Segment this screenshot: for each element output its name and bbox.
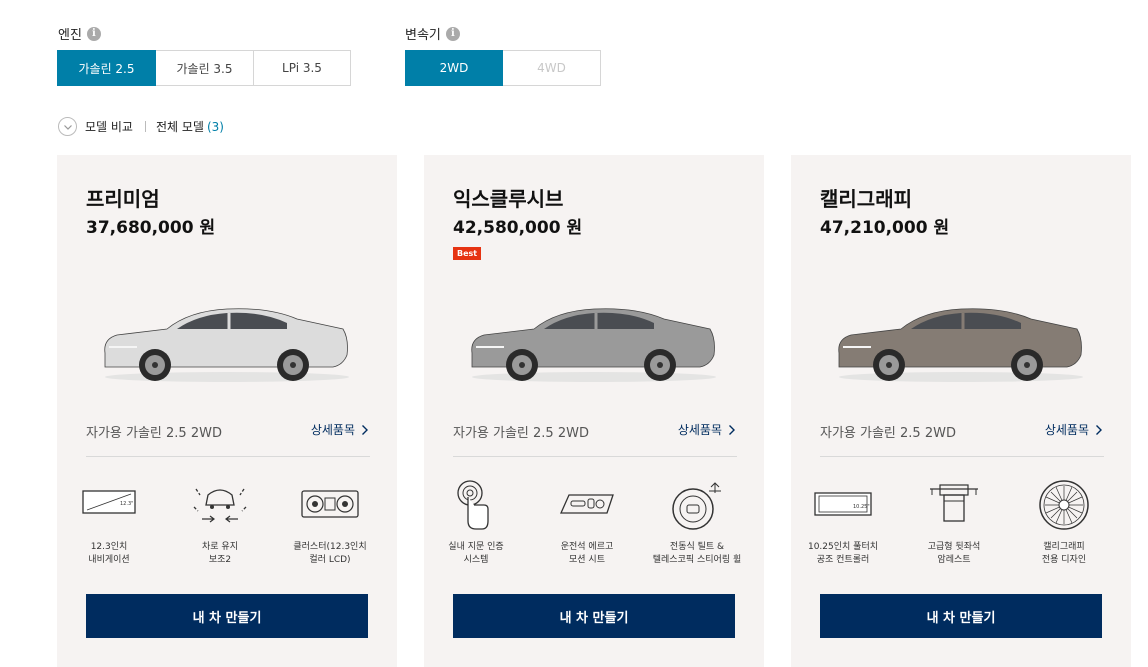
compare-toggle-button[interactable] (58, 117, 77, 136)
drive-option-2wd[interactable]: 2WD (405, 50, 503, 86)
drive-filter-label: 변속기 i (405, 24, 460, 43)
feature-item: 12.3" 12.3인치 내비게이션 (62, 477, 156, 567)
feature-label: 차로 유지 보조2 (202, 542, 238, 565)
engine-option-gasoline-3-5[interactable]: 가솔린 3.5 (156, 50, 254, 86)
car-image (838, 308, 1083, 382)
compare-label[interactable]: 모델 비교 (85, 118, 133, 135)
feature-label: 캘리그래피 전용 디자인 (1041, 542, 1087, 565)
engine-label-text: 엔진 (58, 28, 82, 43)
divider (453, 456, 737, 457)
engine-selector: 가솔린 2.5 가솔린 3.5 LPi 3.5 (57, 50, 351, 86)
detail-link[interactable]: 상세품목 (678, 421, 736, 438)
drive-selector: 2WD 4WD (405, 50, 601, 86)
svg-text:12.3": 12.3" (120, 501, 133, 507)
model-card-exclusive: 익스클루시브 42,580,000 원 Best 자가용 가솔린 2.5 2WD 상세품… (424, 155, 764, 667)
feature-item: 고급형 뒷좌석 암레스트 (907, 477, 1001, 567)
car-image (471, 308, 716, 382)
feature-item: 10.25" 10.25인치 풀터치 공조 컨트롤러 (796, 477, 890, 567)
info-icon[interactable]: i (86, 26, 101, 41)
lane-keeping-icon (193, 488, 247, 523)
feature-item: 실내 지문 인증 시스템 (429, 477, 523, 567)
touch-controller-icon: 10.25" (814, 492, 872, 516)
engine-filter-label: 엔진 i (58, 24, 101, 43)
feature-item: 전동식 틸트 & 텔레스코픽 스티어링 휠 (650, 477, 744, 567)
rear-armrest-icon (930, 484, 978, 522)
detail-link-label: 상세품목 (310, 423, 355, 437)
model-card-premium: 프리미엄 37,680,000 원자가용 가솔린 2.5 2WD 상세품목 12.3"… (57, 155, 397, 667)
detail-link[interactable]: 상세품목 (311, 421, 369, 438)
feature-label: 12.3인치 내비게이션 (88, 542, 130, 565)
fingerprint-touch-icon (457, 480, 489, 530)
calligraphy-wheel-icon (1039, 480, 1089, 530)
compare-row: 모델 비교 전체 모델 (3) (58, 117, 224, 136)
build-car-button[interactable]: 내 차 만들기 (820, 594, 1102, 638)
feature-label: 고급형 뒷좌석 암레스트 (927, 542, 981, 565)
chevron-down-icon (63, 124, 72, 130)
divider (820, 456, 1104, 457)
trim-label: 자가용 가솔린 2.5 2WD (820, 426, 956, 441)
steering-wheel-icon (672, 482, 721, 530)
model-price: 47,210,000 원 (820, 218, 950, 238)
chevron-right-icon (729, 424, 735, 435)
model-count: (3) (206, 119, 224, 134)
feature-label: 클러스터(12.3인치 컬러 LCD) (293, 542, 367, 565)
feature-item: 캘리그래피 전용 디자인 (1017, 477, 1111, 567)
feature-item: 차로 유지 보조2 (173, 477, 267, 567)
divider (86, 456, 370, 457)
feature-label: 실내 지문 인증 시스템 (448, 542, 504, 565)
info-icon[interactable]: i (445, 26, 460, 41)
model-name: 익스클루시브 (453, 187, 564, 211)
model-name: 프리미엄 (86, 187, 160, 211)
detail-link-label: 상세품목 (1044, 423, 1089, 437)
chevron-right-icon (1096, 424, 1102, 435)
feature-label: 전동식 틸트 & 텔레스코픽 스티어링 휠 (652, 542, 742, 565)
best-badge: Best (453, 247, 482, 260)
trim-label: 자가용 가솔린 2.5 2WD (453, 426, 589, 441)
divider (144, 121, 146, 132)
navigation-screen-icon: 12.3" (82, 490, 136, 514)
trim-label: 자가용 가솔린 2.5 2WD (86, 426, 222, 441)
engine-option-gasoline-2-5[interactable]: 가솔린 2.5 (57, 50, 156, 86)
model-name: 캘리그래피 (820, 187, 912, 211)
feature-label: 10.25인치 풀터치 공조 컨트롤러 (807, 542, 879, 565)
build-car-button[interactable]: 내 차 만들기 (86, 594, 368, 638)
model-price: 42,580,000 원 (453, 218, 583, 238)
detail-link-label: 상세품목 (677, 423, 722, 437)
drive-option-4wd: 4WD (503, 50, 601, 86)
detail-link[interactable]: 상세품목 (1045, 421, 1103, 438)
engine-option-lpi-3-5[interactable]: LPi 3.5 (254, 50, 351, 86)
model-price: 37,680,000 원 (86, 218, 216, 238)
chevron-right-icon (362, 424, 368, 435)
cluster-display-icon (301, 490, 359, 518)
all-models-label: 전체 모델 (155, 120, 204, 134)
seat-control-icon (559, 494, 614, 514)
feature-item: 클러스터(12.3인치 컬러 LCD) (283, 477, 377, 567)
svg-text:10.25": 10.25" (853, 504, 870, 510)
model-card-calligraphy: 캘리그래피 47,210,000 원자가용 가솔린 2.5 2WD 상세품목 10.2… (791, 155, 1131, 667)
build-car-button[interactable]: 내 차 만들기 (453, 594, 735, 638)
feature-label: 운전석 에르고 모션 시트 (560, 542, 614, 565)
drive-label-text: 변속기 (405, 28, 441, 43)
car-image (104, 308, 349, 382)
feature-item: 운전석 에르고 모션 시트 (540, 477, 634, 567)
